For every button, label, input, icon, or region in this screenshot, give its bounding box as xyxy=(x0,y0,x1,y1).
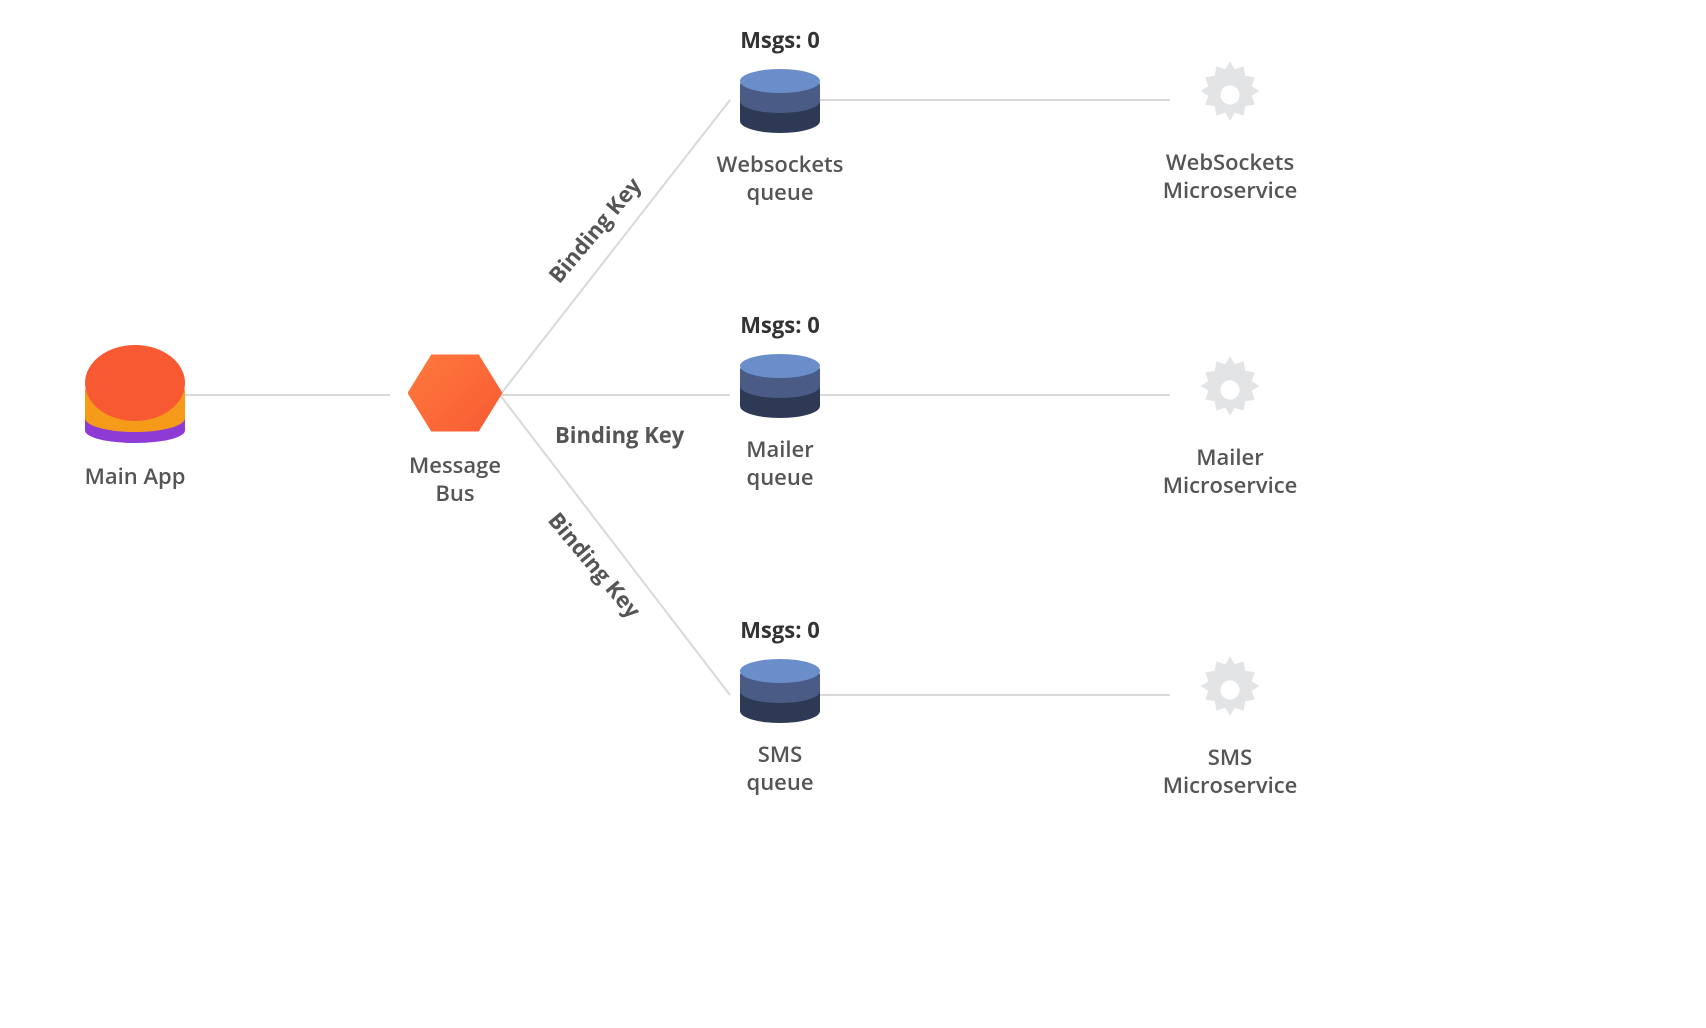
app-icon xyxy=(85,345,185,445)
queue-icon xyxy=(740,69,820,133)
diagram-canvas: Main App Message Bus Binding Key Binding… xyxy=(0,0,1706,1028)
mailer-service-label: Mailer Microservice xyxy=(1140,444,1320,499)
sms-service-node: SMS Microservice xyxy=(1140,650,1320,799)
mailer-service-node: Mailer Microservice xyxy=(1140,350,1320,499)
mailer-queue-msgs: Msgs: 0 xyxy=(700,310,860,340)
sms-queue-label: SMS queue xyxy=(700,741,860,796)
gear-icon xyxy=(1190,350,1270,430)
queue-icon xyxy=(740,354,820,418)
sms-queue-node: Msgs: 0 SMS queue xyxy=(700,615,860,796)
websockets-queue-node: Msgs: 0 Websockets queue xyxy=(700,25,860,206)
mailer-queue-label: Mailer queue xyxy=(700,436,860,491)
websockets-service-label: WebSockets Microservice xyxy=(1140,149,1320,204)
main-app-label: Main App xyxy=(80,463,190,491)
queue-icon xyxy=(740,659,820,723)
message-bus-label: Message Bus xyxy=(395,452,515,507)
binding-key-label-mid: Binding Key xyxy=(555,420,684,450)
sms-service-label: SMS Microservice xyxy=(1140,744,1320,799)
websockets-queue-label: Websockets queue xyxy=(700,151,860,206)
gear-icon xyxy=(1190,650,1270,730)
message-bus-node: Message Bus xyxy=(395,352,515,507)
main-app-node: Main App xyxy=(80,345,190,491)
websockets-queue-msgs: Msgs: 0 xyxy=(700,25,860,55)
gear-icon xyxy=(1190,55,1270,135)
hexagon-icon xyxy=(408,352,503,434)
websockets-service-node: WebSockets Microservice xyxy=(1140,55,1320,204)
sms-queue-msgs: Msgs: 0 xyxy=(700,615,860,645)
mailer-queue-node: Msgs: 0 Mailer queue xyxy=(700,310,860,491)
